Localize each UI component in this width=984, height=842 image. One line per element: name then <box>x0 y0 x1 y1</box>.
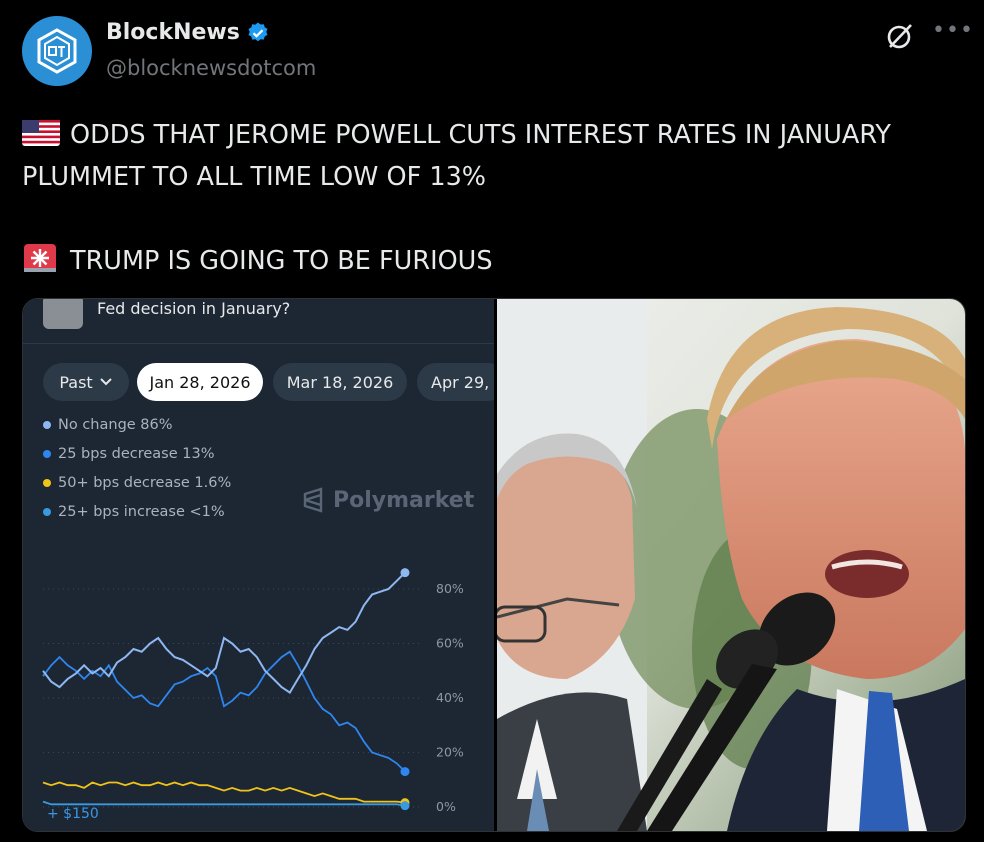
tweet-line-2: TRUMP IS GOING TO BE FURIOUS <box>22 240 962 282</box>
series-end-point <box>400 801 410 811</box>
tweet-line-1-text: ODDS THAT JEROME POWELL CUTS INTEREST RA… <box>22 120 891 192</box>
tweet-line-1: ODDS THAT JEROME POWELL CUTS INTEREST RA… <box>22 114 962 198</box>
author-avatar[interactable] <box>22 16 92 86</box>
author-handle[interactable]: @blocknewsdotcom <box>106 56 316 80</box>
series-line-25-bps-increase <box>42 800 406 807</box>
y-tick-label: 0% <box>436 799 456 814</box>
verified-badge-icon <box>248 22 268 41</box>
more-options-icon[interactable]: ••• <box>932 18 974 43</box>
polymarket-screenshot[interactable]: Fed decision in January? Past Jan 28, 20… <box>23 299 507 831</box>
y-tick-label: 40% <box>436 690 464 705</box>
balance-label: + $150 <box>47 806 99 822</box>
author-name-text[interactable]: BlockNews <box>106 20 240 45</box>
press-photo <box>493 299 965 831</box>
blocknews-logo-icon <box>37 28 77 74</box>
y-tick-label: 60% <box>436 636 464 651</box>
y-tick-label: 20% <box>436 745 464 760</box>
us-flag-icon <box>22 120 60 146</box>
odds-line-chart[interactable]: 80% 60% 40% 20% 0% + $150 <box>23 299 494 831</box>
series-line-50-bps-decrease <box>42 781 406 804</box>
tweet-line-2-text: TRUMP IS GOING TO BE FURIOUS <box>70 246 493 276</box>
author-name[interactable]: BlockNews <box>106 20 270 45</box>
siren-icon <box>24 244 56 272</box>
series-end-point <box>400 568 410 578</box>
tweet-media[interactable]: Fed decision in January? Past Jan 28, 20… <box>22 298 966 832</box>
series-end-point <box>400 767 410 777</box>
tweet-text: ODDS THAT JEROME POWELL CUTS INTEREST RA… <box>22 114 962 282</box>
grok-icon[interactable] <box>886 22 914 50</box>
y-tick-label: 80% <box>436 581 464 596</box>
photo-trump-powell[interactable] <box>493 299 965 831</box>
